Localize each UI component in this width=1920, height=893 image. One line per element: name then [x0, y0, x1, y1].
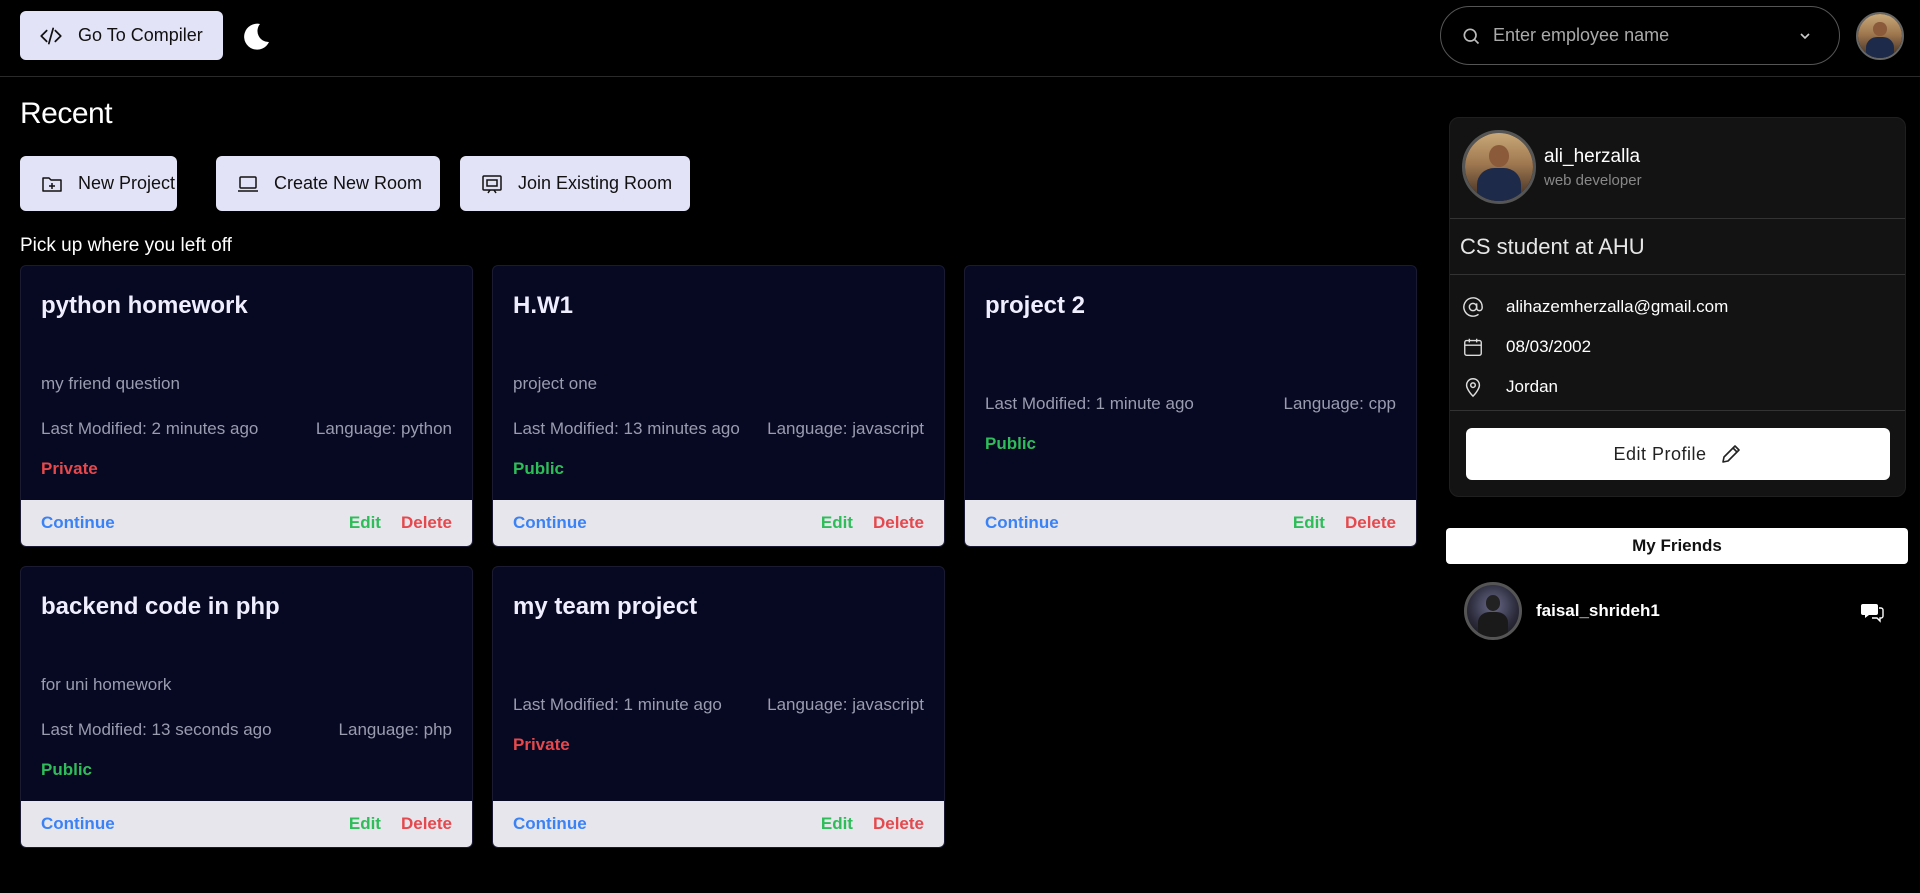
join-room-label: Join Existing Room: [518, 173, 673, 193]
project-card: python homework my friend question Last …: [20, 265, 473, 547]
project-description: project one: [513, 374, 598, 393]
create-room-button[interactable]: Create New Room: [216, 156, 440, 211]
chevron-down-icon[interactable]: [1797, 28, 1813, 44]
project-visibility: Public: [985, 434, 1037, 453]
edit-button[interactable]: Edit: [349, 814, 381, 834]
location-pin-icon: [1465, 378, 1481, 398]
profile-role: web developer: [1544, 172, 1642, 189]
friend-item[interactable]: faisal_shrideh1: [1464, 581, 1884, 641]
project-visibility: Private: [41, 459, 98, 478]
go-to-compiler-button[interactable]: Go To Compiler: [20, 11, 223, 60]
project-card: my team project Last Modified: 1 minute …: [492, 566, 945, 848]
profile-email-row: alihazemherzalla@gmail.com: [1462, 296, 1728, 318]
project-card: H.W1 project one Last Modified: 13 minut…: [492, 265, 945, 547]
search-input[interactable]: Enter employee name: [1493, 25, 1785, 46]
project-title: my team project: [513, 593, 698, 620]
edit-profile-label: Edit Profile: [1613, 443, 1707, 464]
edit-button[interactable]: Edit: [821, 814, 853, 834]
at-sign-icon: [1463, 297, 1483, 317]
continue-button[interactable]: Continue: [985, 513, 1293, 533]
profile-birthdate-row: 08/03/2002: [1462, 336, 1591, 358]
profile-email: alihazemherzalla@gmail.com: [1506, 297, 1729, 316]
friend-name: faisal_shrideh1: [1536, 601, 1660, 620]
project-language: Language: javascript: [767, 695, 924, 714]
profile-card: ali_herzalla web developer CS student at…: [1449, 117, 1906, 497]
edit-button[interactable]: Edit: [821, 513, 853, 533]
project-visibility: Public: [41, 760, 93, 779]
divider: [1450, 218, 1905, 219]
section-subtitle: Pick up where you left off: [20, 235, 232, 256]
delete-button[interactable]: Delete: [1345, 513, 1396, 533]
edit-profile-button[interactable]: Edit Profile: [1466, 428, 1890, 480]
profile-avatar: [1462, 130, 1536, 204]
join-room-button[interactable]: Join Existing Room: [460, 156, 690, 211]
edit-button[interactable]: Edit: [349, 513, 381, 533]
go-to-compiler-label: Go To Compiler: [78, 25, 203, 45]
project-modified: Last Modified: 2 minutes ago: [41, 419, 259, 438]
delete-button[interactable]: Delete: [873, 814, 924, 834]
delete-button[interactable]: Delete: [401, 814, 452, 834]
friend-avatar: [1464, 582, 1522, 640]
continue-button[interactable]: Continue: [513, 814, 821, 834]
delete-button[interactable]: Delete: [873, 513, 924, 533]
top-bar: Go To Compiler Enter employee name: [0, 0, 1920, 77]
search-icon: [1463, 28, 1480, 44]
profile-location-row: Jordan: [1462, 376, 1558, 398]
project-title: H.W1: [513, 292, 573, 319]
profile-birthdate: 08/03/2002: [1506, 337, 1592, 356]
code-icon: [40, 27, 62, 44]
pencil-icon: [1721, 445, 1740, 463]
continue-button[interactable]: Continue: [41, 513, 349, 533]
laptop-icon: [238, 175, 258, 192]
continue-button[interactable]: Continue: [513, 513, 821, 533]
project-language: Language: php: [338, 720, 452, 739]
create-room-label: Create New Room: [274, 173, 423, 193]
new-project-button[interactable]: New Project: [20, 156, 177, 211]
employee-search[interactable]: Enter employee name: [1440, 6, 1840, 65]
project-title: project 2: [985, 292, 1086, 319]
user-avatar[interactable]: [1856, 12, 1904, 60]
presentation-icon: [482, 174, 502, 193]
project-visibility: Public: [513, 459, 565, 478]
project-language: Language: cpp: [1283, 394, 1397, 413]
edit-button[interactable]: Edit: [1293, 513, 1325, 533]
project-modified: Last Modified: 13 minutes ago: [513, 419, 740, 438]
page-title: Recent: [20, 97, 113, 130]
project-description: my friend question: [41, 374, 180, 393]
chat-icon[interactable]: [1860, 599, 1884, 623]
calendar-icon: [1464, 338, 1482, 356]
project-title: python homework: [41, 292, 248, 319]
folder-plus-icon: [42, 176, 62, 192]
profile-bio: CS student at AHU: [1460, 234, 1645, 259]
divider: [1450, 410, 1905, 411]
profile-username: ali_herzalla: [1544, 146, 1641, 167]
project-modified: Last Modified: 1 minute ago: [985, 394, 1194, 413]
divider: [1450, 274, 1905, 275]
moon-icon[interactable]: [240, 20, 272, 52]
project-description: for uni homework: [41, 675, 172, 694]
project-visibility: Private: [513, 735, 570, 754]
profile-location: Jordan: [1506, 377, 1558, 396]
delete-button[interactable]: Delete: [401, 513, 452, 533]
project-language: Language: javascript: [767, 419, 924, 438]
project-modified: Last Modified: 13 seconds ago: [41, 720, 272, 739]
project-card: backend code in php for uni homework Las…: [20, 566, 473, 848]
project-modified: Last Modified: 1 minute ago: [513, 695, 722, 714]
project-card: project 2 Last Modified: 1 minute ago La…: [964, 265, 1417, 547]
my-friends-header: My Friends: [1446, 528, 1908, 564]
new-project-label: New Project: [78, 173, 176, 193]
project-title: backend code in php: [41, 593, 280, 620]
continue-button[interactable]: Continue: [41, 814, 349, 834]
project-language: Language: python: [315, 419, 452, 438]
